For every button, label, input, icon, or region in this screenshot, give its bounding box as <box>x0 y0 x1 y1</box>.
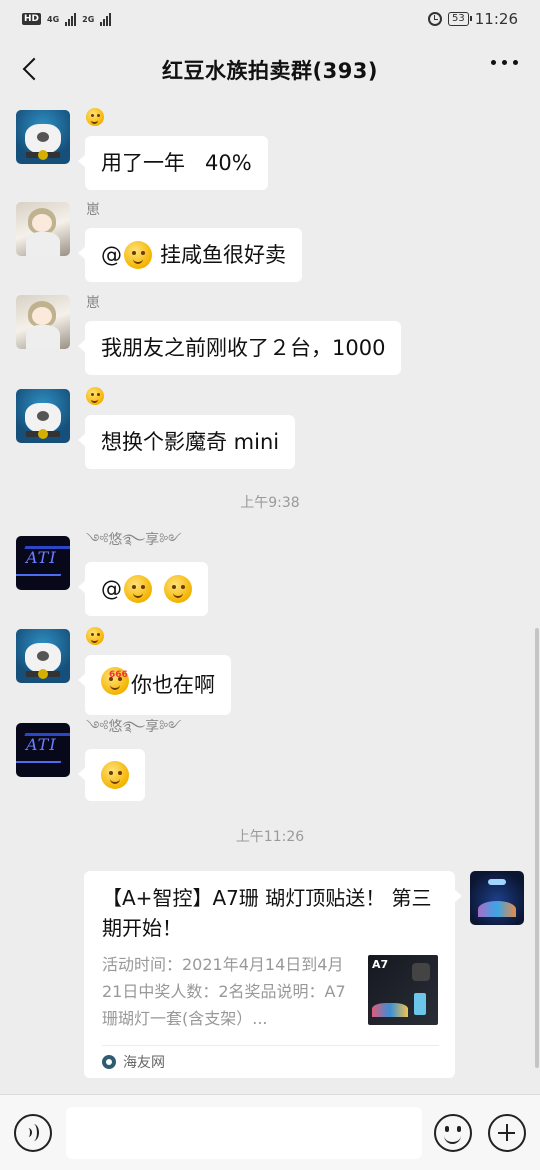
scrollbar[interactable] <box>535 628 539 1068</box>
mention-prefix: @ <box>101 577 122 601</box>
signal-icon <box>65 12 77 26</box>
message-text: 你也在啊 <box>131 673 215 697</box>
mention-prefix: @ <box>101 243 122 267</box>
avatar[interactable] <box>16 389 70 443</box>
emoji-666-wrapper: 666 <box>101 667 129 703</box>
thinking-emoji-icon <box>124 241 152 269</box>
message-bubble[interactable]: 我朋友之前刚收了２台，1000 <box>77 321 402 375</box>
signal-icon-2 <box>100 12 112 26</box>
avatar[interactable] <box>16 110 70 164</box>
avatar-text: ATI <box>26 735 57 754</box>
battery-icon: 53 <box>448 12 472 26</box>
sender-name <box>86 108 104 126</box>
thumb-label: A7 <box>372 958 389 971</box>
link-card-thumbnail: A7 <box>368 955 438 1025</box>
network-type-label-2: 2G <box>82 14 95 24</box>
message-input[interactable] <box>66 1107 422 1159</box>
sender-name <box>86 387 104 405</box>
more-options-button[interactable] <box>491 60 518 65</box>
emoji-tag: 666 <box>109 670 128 680</box>
message-bubble[interactable]: 666 你也在啊 <box>78 655 231 715</box>
smirk-emoji-icon <box>164 575 192 603</box>
sender-name: 崽 <box>86 295 100 311</box>
message-text: 用了一年 40% <box>101 151 252 175</box>
sender-name: 崽 <box>86 202 100 218</box>
thinking-emoji-icon <box>124 575 152 603</box>
link-card[interactable]: 【A+智控】A7珊 瑚灯顶贴送！ 第三期开始！ 活动时间：2021年4月14日到… <box>84 871 462 1078</box>
timestamp: 上午11:26 <box>235 829 305 845</box>
emoji-button[interactable] <box>434 1114 472 1152</box>
message-text: 想换个影魔奇 mini <box>101 430 280 454</box>
self-avatar[interactable] <box>470 871 524 925</box>
message-list[interactable]: 用了一年 40% 崽 @ 挂咸鱼很好卖 崽 我朋友之前刚收了２台，1000 想换… <box>0 102 540 1094</box>
thinking-emoji-icon <box>86 108 104 126</box>
status-bar: HD 4G 2G 53 11:26 <box>0 0 540 38</box>
avatar[interactable] <box>16 295 70 349</box>
sender-name: ༺悠࿐享༻ <box>86 719 182 735</box>
chat-title: 红豆水族拍卖群(393) <box>161 59 379 83</box>
link-card-title: 【A+智控】A7珊 瑚灯顶贴送！ 第三期开始！ <box>102 886 432 940</box>
hd-badge: HD <box>22 13 42 25</box>
source-name: 海友网 <box>123 1055 165 1071</box>
thinking-emoji-icon <box>86 627 104 645</box>
message-bubble[interactable]: @ 挂咸鱼很好卖 <box>78 228 302 282</box>
link-card-description: 活动时间：2021年4月14日到4月21日中奖人数：2名奖品说明：A7珊瑚灯一套… <box>102 955 346 1028</box>
avatar[interactable]: ATI <box>16 723 70 777</box>
divider <box>102 1045 439 1046</box>
network-type-label: 4G <box>47 14 60 24</box>
sender-name <box>86 627 104 645</box>
timestamp: 上午9:38 <box>240 495 300 511</box>
avatar[interactable]: ATI <box>16 536 70 590</box>
message-text: 我朋友之前刚收了２台，1000 <box>101 336 386 360</box>
message-bubble[interactable]: 想换个影魔奇 mini <box>77 415 296 469</box>
avatar[interactable] <box>16 629 70 683</box>
grimace-emoji-icon <box>101 761 129 789</box>
thinking-emoji-icon <box>86 387 104 405</box>
avatar[interactable] <box>16 202 70 256</box>
back-button[interactable] <box>14 52 48 86</box>
input-bar <box>0 1094 540 1170</box>
source-icon <box>102 1055 116 1069</box>
chat-header: 红豆水族拍卖群(393) <box>0 38 540 102</box>
more-actions-button[interactable] <box>488 1114 526 1152</box>
message-text: 挂咸鱼很好卖 <box>160 243 286 267</box>
sender-name: ༺悠࿐享༻ <box>86 532 182 548</box>
clock: 11:26 <box>474 10 518 28</box>
alarm-icon <box>428 12 443 26</box>
voice-input-button[interactable] <box>14 1114 52 1152</box>
message-bubble[interactable] <box>78 749 145 801</box>
avatar-text: ATI <box>26 548 57 567</box>
message-bubble[interactable]: 用了一年 40% <box>78 136 268 190</box>
message-bubble[interactable]: @ <box>78 562 208 616</box>
link-card-source: 海友网 <box>102 1051 165 1073</box>
